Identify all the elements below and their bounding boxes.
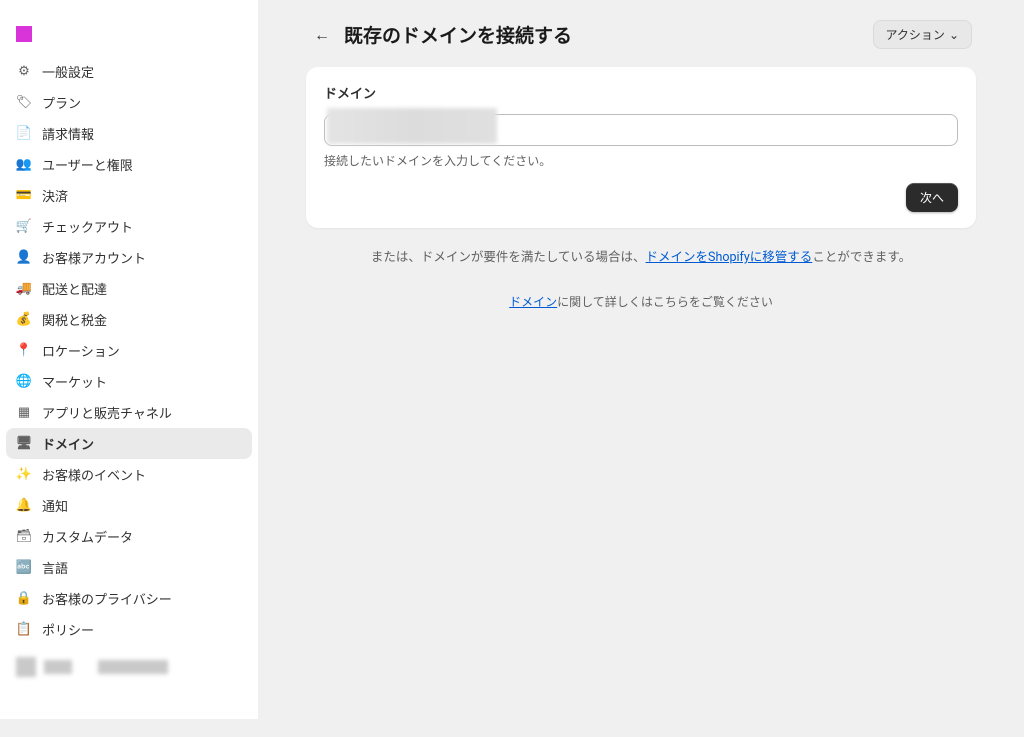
- sidebar-item[interactable]: 🛒 チェックアウト: [6, 211, 252, 242]
- sidebar-item-label: マーケット: [42, 372, 107, 391]
- logo-area: [6, 18, 252, 56]
- sidebar-item[interactable]: 🔒 お客様のプライバシー: [6, 583, 252, 614]
- sidebar-item[interactable]: 🏷 プラン: [6, 87, 252, 118]
- sidebar-item[interactable]: 🔔 通知: [6, 490, 252, 521]
- sidebar-item[interactable]: 👤 お客様アカウント: [6, 242, 252, 273]
- gear-icon: ⚙: [16, 64, 32, 80]
- sidebar-item[interactable]: 📋 ポリシー: [6, 614, 252, 645]
- sidebar-item-label: ロケーション: [42, 341, 120, 360]
- credit-card-icon: 💳: [16, 188, 32, 204]
- transfer-link[interactable]: ドメインをShopifyに移管する: [646, 250, 813, 265]
- sidebar-item[interactable]: ⚙ 一般設定: [6, 56, 252, 87]
- sidebar-item[interactable]: 🌐 マーケット: [6, 366, 252, 397]
- domain-input-wrap: [324, 114, 958, 146]
- users-icon: 👥: [16, 157, 32, 173]
- input-helper: 接続したいドメインを入力してください。: [324, 152, 958, 169]
- sidebar-item-label: 通知: [42, 496, 68, 515]
- sidebar-item[interactable]: 💳 決済: [6, 180, 252, 211]
- sidebar-item-label: 請求情報: [42, 124, 94, 143]
- sidebar-nav: ⚙ 一般設定 🏷 プラン 📄 請求情報 👥 ユーザーと権限 💳 決済 🛒 チェックアウト 👤 お客様アカウ…: [6, 56, 252, 645]
- language-icon: 🔤: [16, 560, 32, 576]
- sidebar-item[interactable]: 🖥 ドメイン: [6, 428, 252, 459]
- database-icon: 🗃: [16, 529, 32, 545]
- sidebar-item-label: お客様アカウント: [42, 248, 146, 267]
- sidebar-item-label: お客様のイベント: [42, 465, 146, 484]
- sidebar: ⚙ 一般設定 🏷 プラン 📄 請求情報 👥 ユーザーと権限 💳 決済 🛒 チェックアウト 👤 お客様アカウ…: [0, 0, 258, 719]
- sidebar-item-label: 一般設定: [42, 62, 94, 81]
- sidebar-item-label: お客様のプライバシー: [42, 589, 172, 608]
- learn-more-info: ドメインに関して詳しくはこちらをご覧ください: [306, 293, 976, 310]
- domain-icon: 🖥: [16, 436, 32, 452]
- policy-icon: 📋: [16, 622, 32, 638]
- sidebar-item-label: 関税と税金: [42, 310, 107, 329]
- main-content: ← 既存のドメインを接続する アクション ⌄ ドメイン 接続したいドメインを入力…: [258, 0, 1024, 719]
- domain-help-link[interactable]: ドメイン: [509, 295, 557, 309]
- sidebar-item-label: 決済: [42, 186, 68, 205]
- sidebar-item[interactable]: ✨ お客様のイベント: [6, 459, 252, 490]
- sidebar-item-label: 言語: [42, 558, 68, 577]
- sidebar-item-label: カスタムデータ: [42, 527, 133, 546]
- tag-icon: 🏷: [16, 95, 32, 111]
- domain-input[interactable]: [324, 114, 958, 146]
- actions-label: アクション: [886, 26, 945, 43]
- grid-icon: ▦: [16, 405, 32, 421]
- actions-dropdown[interactable]: アクション ⌄: [873, 20, 972, 49]
- truck-icon: 🚚: [16, 281, 32, 297]
- sidebar-item[interactable]: 🚚 配送と配達: [6, 273, 252, 304]
- app-logo: [16, 26, 32, 42]
- person-icon: 👤: [16, 250, 32, 266]
- event-icon: ✨: [16, 467, 32, 483]
- sidebar-item[interactable]: 👥 ユーザーと権限: [6, 149, 252, 180]
- sidebar-item-label: ポリシー: [42, 620, 94, 639]
- lock-icon: 🔒: [16, 591, 32, 607]
- sidebar-footer: [6, 645, 252, 737]
- sidebar-item[interactable]: 🗃 カスタムデータ: [6, 521, 252, 552]
- sidebar-item[interactable]: 📄 請求情報: [6, 118, 252, 149]
- domain-card: ドメイン 接続したいドメインを入力してください。 次へ: [306, 67, 976, 228]
- sidebar-item-label: ユーザーと権限: [42, 155, 133, 174]
- page-title: 既存のドメインを接続する: [344, 21, 572, 48]
- globe-icon: 🌐: [16, 374, 32, 390]
- sidebar-item-label: 配送と配達: [42, 279, 107, 298]
- sidebar-item[interactable]: 📍 ロケーション: [6, 335, 252, 366]
- sidebar-item[interactable]: 💰 関税と税金: [6, 304, 252, 335]
- card-title: ドメイン: [324, 83, 958, 102]
- sidebar-item[interactable]: ▦ アプリと販売チャネル: [6, 397, 252, 428]
- back-button[interactable]: ←: [310, 21, 334, 49]
- document-icon: 📄: [16, 126, 32, 142]
- sidebar-item-label: プラン: [42, 93, 81, 112]
- page-header: ← 既存のドメインを接続する アクション ⌄: [306, 20, 976, 49]
- money-bag-icon: 💰: [16, 312, 32, 328]
- transfer-info: または、ドメインが要件を満たしている場合は、ドメインをShopifyに移管するこ…: [306, 246, 976, 265]
- location-icon: 📍: [16, 343, 32, 359]
- bell-icon: 🔔: [16, 498, 32, 514]
- cart-icon: 🛒: [16, 219, 32, 235]
- chevron-down-icon: ⌄: [949, 28, 959, 42]
- next-button[interactable]: 次へ: [906, 183, 958, 212]
- sidebar-item-label: チェックアウト: [42, 217, 133, 236]
- sidebar-item-label: アプリと販売チャネル: [42, 403, 172, 422]
- sidebar-item[interactable]: 🔤 言語: [6, 552, 252, 583]
- sidebar-item-label: ドメイン: [42, 434, 94, 453]
